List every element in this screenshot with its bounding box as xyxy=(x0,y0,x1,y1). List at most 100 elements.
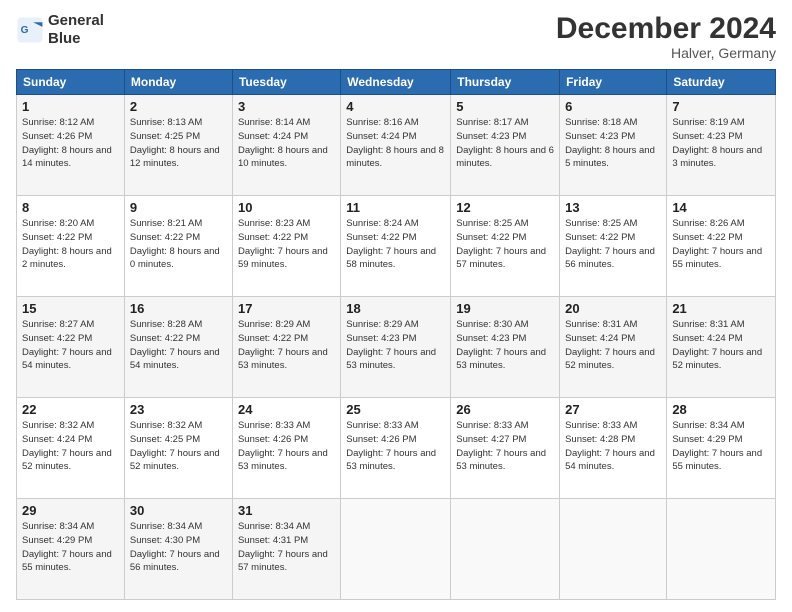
day-number: 13 xyxy=(565,200,661,215)
day-number: 3 xyxy=(238,99,335,114)
calendar-week-row: 15 Sunrise: 8:27 AMSunset: 4:22 PMDaylig… xyxy=(17,297,776,398)
day-number: 14 xyxy=(672,200,770,215)
day-number: 26 xyxy=(456,402,554,417)
day-info: Sunrise: 8:34 AMSunset: 4:31 PMDaylight:… xyxy=(238,521,328,573)
day-info: Sunrise: 8:18 AMSunset: 4:23 PMDaylight:… xyxy=(565,117,655,169)
day-info: Sunrise: 8:32 AMSunset: 4:25 PMDaylight:… xyxy=(130,420,220,472)
calendar-cell: 12 Sunrise: 8:25 AMSunset: 4:22 PMDaylig… xyxy=(451,196,560,297)
month-title: December 2024 xyxy=(556,12,776,45)
calendar-cell xyxy=(667,499,776,600)
logo-line2: Blue xyxy=(48,30,104,48)
day-number: 30 xyxy=(130,503,227,518)
logo-text: General Blue xyxy=(48,12,104,48)
day-info: Sunrise: 8:31 AMSunset: 4:24 PMDaylight:… xyxy=(565,319,655,371)
calendar-cell: 13 Sunrise: 8:25 AMSunset: 4:22 PMDaylig… xyxy=(560,196,667,297)
day-number: 7 xyxy=(672,99,770,114)
day-number: 15 xyxy=(22,301,119,316)
calendar-table: SundayMondayTuesdayWednesdayThursdayFrid… xyxy=(16,69,776,600)
day-number: 10 xyxy=(238,200,335,215)
day-info: Sunrise: 8:33 AMSunset: 4:26 PMDaylight:… xyxy=(238,420,328,472)
calendar-cell: 3 Sunrise: 8:14 AMSunset: 4:24 PMDayligh… xyxy=(232,95,340,196)
calendar-week-row: 22 Sunrise: 8:32 AMSunset: 4:24 PMDaylig… xyxy=(17,398,776,499)
calendar-day-header: Wednesday xyxy=(341,70,451,95)
day-number: 18 xyxy=(346,301,445,316)
day-number: 21 xyxy=(672,301,770,316)
calendar-cell: 6 Sunrise: 8:18 AMSunset: 4:23 PMDayligh… xyxy=(560,95,667,196)
day-info: Sunrise: 8:29 AMSunset: 4:22 PMDaylight:… xyxy=(238,319,328,371)
day-info: Sunrise: 8:21 AMSunset: 4:22 PMDaylight:… xyxy=(130,218,220,270)
calendar-cell xyxy=(451,499,560,600)
day-number: 8 xyxy=(22,200,119,215)
calendar-cell: 8 Sunrise: 8:20 AMSunset: 4:22 PMDayligh… xyxy=(17,196,125,297)
calendar-cell: 27 Sunrise: 8:33 AMSunset: 4:28 PMDaylig… xyxy=(560,398,667,499)
calendar-cell: 31 Sunrise: 8:34 AMSunset: 4:31 PMDaylig… xyxy=(232,499,340,600)
day-number: 31 xyxy=(238,503,335,518)
calendar-cell: 1 Sunrise: 8:12 AMSunset: 4:26 PMDayligh… xyxy=(17,95,125,196)
day-info: Sunrise: 8:34 AMSunset: 4:30 PMDaylight:… xyxy=(130,521,220,573)
day-number: 2 xyxy=(130,99,227,114)
calendar-cell: 11 Sunrise: 8:24 AMSunset: 4:22 PMDaylig… xyxy=(341,196,451,297)
day-number: 23 xyxy=(130,402,227,417)
day-info: Sunrise: 8:31 AMSunset: 4:24 PMDaylight:… xyxy=(672,319,762,371)
day-number: 5 xyxy=(456,99,554,114)
day-number: 19 xyxy=(456,301,554,316)
day-info: Sunrise: 8:30 AMSunset: 4:23 PMDaylight:… xyxy=(456,319,546,371)
calendar-cell: 22 Sunrise: 8:32 AMSunset: 4:24 PMDaylig… xyxy=(17,398,125,499)
day-number: 27 xyxy=(565,402,661,417)
calendar-cell: 15 Sunrise: 8:27 AMSunset: 4:22 PMDaylig… xyxy=(17,297,125,398)
day-number: 16 xyxy=(130,301,227,316)
day-number: 17 xyxy=(238,301,335,316)
calendar-week-row: 1 Sunrise: 8:12 AMSunset: 4:26 PMDayligh… xyxy=(17,95,776,196)
calendar-cell: 19 Sunrise: 8:30 AMSunset: 4:23 PMDaylig… xyxy=(451,297,560,398)
day-info: Sunrise: 8:33 AMSunset: 4:28 PMDaylight:… xyxy=(565,420,655,472)
calendar-day-header: Saturday xyxy=(667,70,776,95)
day-info: Sunrise: 8:28 AMSunset: 4:22 PMDaylight:… xyxy=(130,319,220,371)
day-info: Sunrise: 8:32 AMSunset: 4:24 PMDaylight:… xyxy=(22,420,112,472)
calendar-cell: 4 Sunrise: 8:16 AMSunset: 4:24 PMDayligh… xyxy=(341,95,451,196)
page: G General Blue December 2024 Halver, Ger… xyxy=(0,0,792,612)
calendar-day-header: Sunday xyxy=(17,70,125,95)
calendar-cell: 21 Sunrise: 8:31 AMSunset: 4:24 PMDaylig… xyxy=(667,297,776,398)
day-info: Sunrise: 8:27 AMSunset: 4:22 PMDaylight:… xyxy=(22,319,112,371)
day-number: 29 xyxy=(22,503,119,518)
day-number: 4 xyxy=(346,99,445,114)
day-info: Sunrise: 8:29 AMSunset: 4:23 PMDaylight:… xyxy=(346,319,436,371)
day-number: 25 xyxy=(346,402,445,417)
day-info: Sunrise: 8:23 AMSunset: 4:22 PMDaylight:… xyxy=(238,218,328,270)
day-info: Sunrise: 8:20 AMSunset: 4:22 PMDaylight:… xyxy=(22,218,112,270)
calendar-cell: 26 Sunrise: 8:33 AMSunset: 4:27 PMDaylig… xyxy=(451,398,560,499)
calendar-cell: 5 Sunrise: 8:17 AMSunset: 4:23 PMDayligh… xyxy=(451,95,560,196)
day-number: 24 xyxy=(238,402,335,417)
calendar-week-row: 29 Sunrise: 8:34 AMSunset: 4:29 PMDaylig… xyxy=(17,499,776,600)
logo-line1: General xyxy=(48,12,104,30)
calendar-day-header: Monday xyxy=(124,70,232,95)
day-number: 1 xyxy=(22,99,119,114)
day-info: Sunrise: 8:14 AMSunset: 4:24 PMDaylight:… xyxy=(238,117,328,169)
day-info: Sunrise: 8:19 AMSunset: 4:23 PMDaylight:… xyxy=(672,117,762,169)
calendar-cell: 14 Sunrise: 8:26 AMSunset: 4:22 PMDaylig… xyxy=(667,196,776,297)
logo: G General Blue xyxy=(16,12,104,48)
day-info: Sunrise: 8:25 AMSunset: 4:22 PMDaylight:… xyxy=(456,218,546,270)
day-number: 28 xyxy=(672,402,770,417)
day-info: Sunrise: 8:13 AMSunset: 4:25 PMDaylight:… xyxy=(130,117,220,169)
day-info: Sunrise: 8:33 AMSunset: 4:27 PMDaylight:… xyxy=(456,420,546,472)
calendar-cell: 28 Sunrise: 8:34 AMSunset: 4:29 PMDaylig… xyxy=(667,398,776,499)
day-number: 22 xyxy=(22,402,119,417)
header: G General Blue December 2024 Halver, Ger… xyxy=(16,12,776,61)
calendar-cell: 30 Sunrise: 8:34 AMSunset: 4:30 PMDaylig… xyxy=(124,499,232,600)
title-block: December 2024 Halver, Germany xyxy=(556,12,776,61)
svg-text:G: G xyxy=(21,25,29,36)
calendar-cell xyxy=(560,499,667,600)
calendar-cell: 18 Sunrise: 8:29 AMSunset: 4:23 PMDaylig… xyxy=(341,297,451,398)
day-number: 6 xyxy=(565,99,661,114)
logo-icon: G xyxy=(16,16,44,44)
day-info: Sunrise: 8:24 AMSunset: 4:22 PMDaylight:… xyxy=(346,218,436,270)
day-number: 11 xyxy=(346,200,445,215)
calendar-cell: 20 Sunrise: 8:31 AMSunset: 4:24 PMDaylig… xyxy=(560,297,667,398)
calendar-header-row: SundayMondayTuesdayWednesdayThursdayFrid… xyxy=(17,70,776,95)
calendar-cell: 25 Sunrise: 8:33 AMSunset: 4:26 PMDaylig… xyxy=(341,398,451,499)
calendar-cell: 29 Sunrise: 8:34 AMSunset: 4:29 PMDaylig… xyxy=(17,499,125,600)
calendar-week-row: 8 Sunrise: 8:20 AMSunset: 4:22 PMDayligh… xyxy=(17,196,776,297)
day-number: 12 xyxy=(456,200,554,215)
calendar-cell: 23 Sunrise: 8:32 AMSunset: 4:25 PMDaylig… xyxy=(124,398,232,499)
